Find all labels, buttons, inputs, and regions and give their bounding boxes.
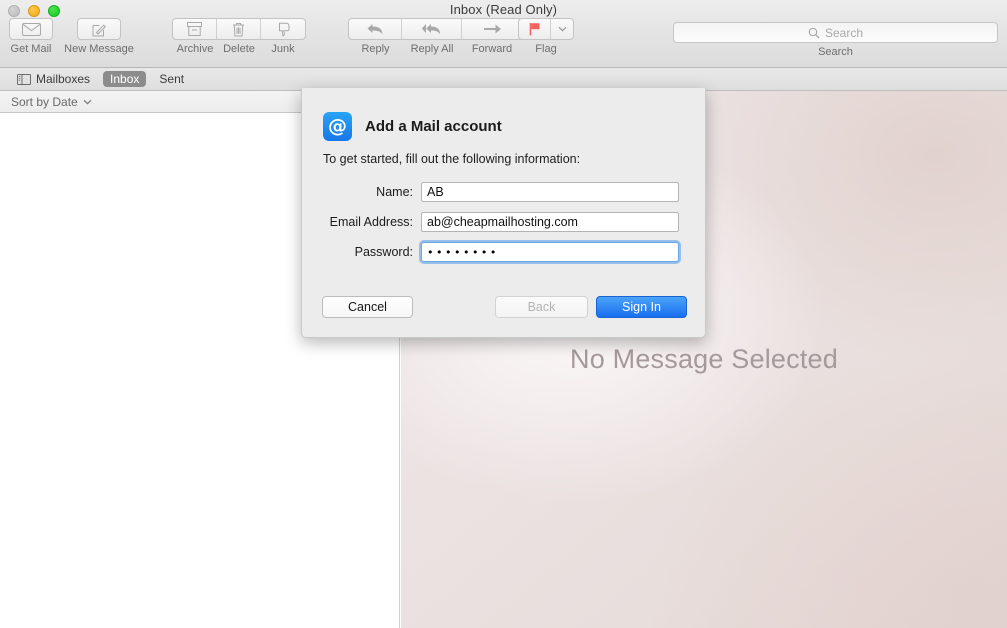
- sheet-header: @ Add a Mail account: [323, 112, 502, 141]
- reply-all-arrow-icon: [421, 22, 442, 36]
- chevron-down-icon: [83, 99, 92, 105]
- email-label: Email Address:: [329, 215, 413, 229]
- reply-label: Reply: [361, 43, 390, 55]
- flag-menu-button[interactable]: [551, 19, 573, 39]
- search-toolbar-label: Search: [818, 46, 853, 58]
- delete-button[interactable]: [217, 19, 261, 39]
- delete-label: Delete: [223, 43, 255, 55]
- mail-window: Inbox (Read Only) Get Mail New Message A…: [0, 0, 1007, 628]
- password-masked-value: ••••••••: [427, 245, 499, 259]
- toolbar-group-reply: Reply Reply All Forward: [348, 18, 523, 55]
- junk-button[interactable]: [261, 19, 305, 39]
- forward-arrow-icon: [483, 23, 502, 35]
- password-row: Password: ••••••••: [302, 242, 707, 262]
- no-message-selected-text: No Message Selected: [570, 344, 838, 374]
- favorite-sent[interactable]: Sent: [152, 71, 191, 87]
- toolbar-group-flag: Flag: [518, 18, 574, 55]
- trash-icon: [232, 22, 245, 37]
- favorite-inbox[interactable]: Inbox: [103, 71, 147, 87]
- reply-forward-segment: [348, 18, 523, 40]
- account-form: Name: AB Email Address: ab@cheapmailhost…: [302, 182, 707, 272]
- name-input[interactable]: AB: [421, 182, 679, 202]
- search-area: Search Search: [673, 22, 998, 58]
- password-input[interactable]: ••••••••: [421, 242, 679, 262]
- flag-segment: [518, 18, 574, 40]
- sheet-actions: Cancel Back Sign In: [302, 296, 707, 320]
- back-button[interactable]: Back: [495, 296, 588, 318]
- window-title: Inbox (Read Only): [449, 2, 558, 17]
- junk-label: Junk: [271, 43, 295, 55]
- add-mail-account-sheet: @ Add a Mail account To get started, fil…: [301, 88, 706, 338]
- email-input[interactable]: ab@cheapmailhosting.com: [421, 212, 679, 232]
- toolbar-items: Get Mail New Message Archive Delete Junk…: [0, 18, 1007, 68]
- favorite-sent-label: Sent: [159, 72, 185, 86]
- envelope-icon: [9, 18, 53, 40]
- toolbar-group-actions: Archive Delete Junk: [172, 18, 306, 55]
- name-label: Name:: [376, 185, 413, 199]
- archive-delete-junk-segment: [172, 18, 306, 40]
- chevron-down-icon: [558, 26, 567, 32]
- reply-arrow-icon: [366, 22, 384, 36]
- email-row: Email Address: ab@cheapmailhosting.com: [302, 212, 707, 232]
- mailboxes-label: Mailboxes: [36, 72, 91, 86]
- reply-all-button[interactable]: [402, 19, 462, 39]
- at-sign-icon: @: [323, 112, 352, 141]
- password-label: Password:: [354, 245, 413, 259]
- forward-button[interactable]: [462, 19, 522, 39]
- search-input[interactable]: Search: [673, 22, 998, 43]
- forward-label: Forward: [471, 43, 513, 55]
- reply-button[interactable]: [349, 19, 402, 39]
- archive-box-icon: [187, 22, 202, 36]
- get-mail-button[interactable]: Get Mail: [2, 18, 60, 55]
- flag-button[interactable]: [519, 19, 551, 39]
- search-icon: [808, 27, 820, 39]
- compose-icon: [77, 18, 121, 40]
- flag-icon: [529, 22, 541, 36]
- reply-all-label: Reply All: [410, 43, 454, 55]
- sheet-title: Add a Mail account: [365, 118, 502, 135]
- sheet-subtitle: To get started, fill out the following i…: [323, 152, 581, 166]
- thumbs-down-icon: [276, 22, 291, 37]
- toolbar: Inbox (Read Only) Get Mail New Message A…: [0, 0, 1007, 68]
- search-placeholder: Search: [824, 25, 864, 40]
- archive-button[interactable]: [173, 19, 217, 39]
- toolbar-group-mail: Get Mail New Message: [2, 18, 138, 55]
- new-message-button[interactable]: New Message: [60, 18, 138, 55]
- favorite-inbox-label: Inbox: [110, 72, 140, 86]
- name-row: Name: AB: [302, 182, 707, 202]
- sidebar-panel-icon: [17, 73, 31, 85]
- new-message-label: New Message: [64, 43, 134, 55]
- get-mail-label: Get Mail: [10, 43, 52, 55]
- sort-label: Sort by Date: [11, 94, 78, 109]
- cancel-button[interactable]: Cancel: [322, 296, 413, 318]
- archive-label: Archive: [176, 43, 214, 55]
- mailboxes-toggle[interactable]: Mailboxes: [10, 71, 97, 87]
- sign-in-button[interactable]: Sign In: [596, 296, 687, 318]
- flag-label: Flag: [535, 43, 557, 55]
